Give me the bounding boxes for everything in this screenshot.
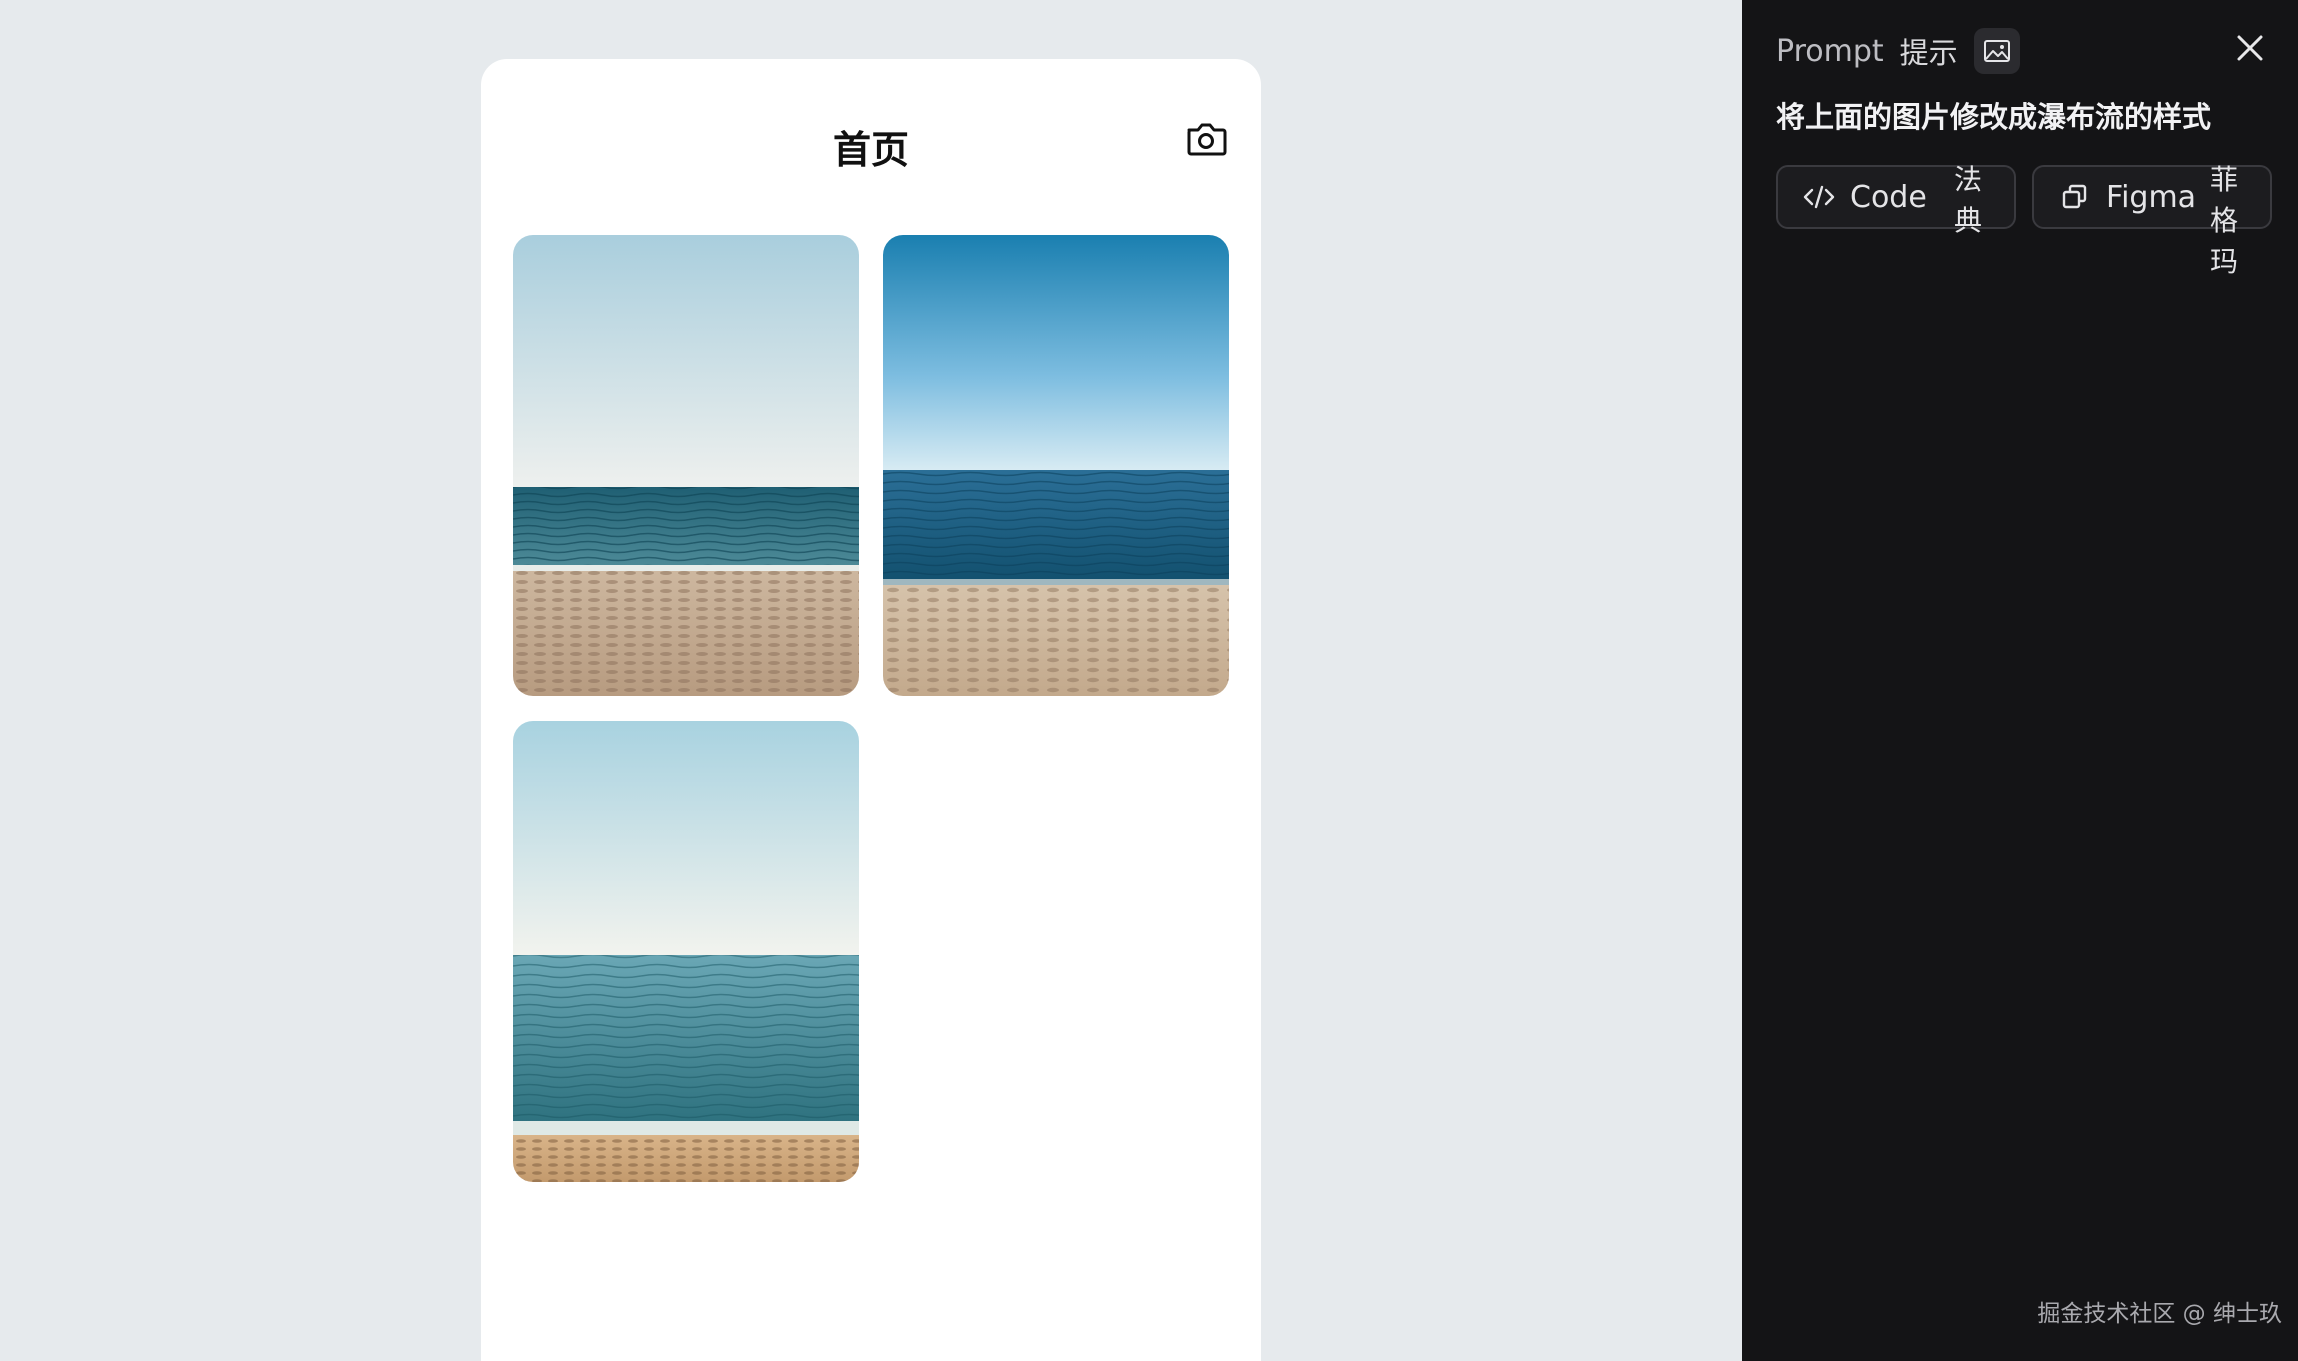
sidebar-subtitle: 提示 [1899, 36, 1958, 70]
sidebar-title: Prompt [1776, 33, 1884, 69]
figma-button-label: Figma [2106, 179, 2197, 215]
close-icon [2237, 35, 2263, 61]
copy-icon [2058, 180, 2092, 214]
code-button[interactable]: Code 法典 [1776, 163, 2016, 237]
code-button-translation: 法典 [1954, 163, 1983, 237]
beach-photo-1[interactable] [513, 235, 859, 696]
camera-button[interactable] [1184, 117, 1228, 161]
beach-photo-2-image [883, 235, 1229, 696]
phone-header: 首页 [481, 59, 1261, 223]
figma-button[interactable]: Figma 菲格玛 [2032, 163, 2272, 278]
beach-photo-2[interactable] [883, 235, 1229, 696]
phone-preview: 首页 [481, 59, 1261, 1361]
watermark-credit: 掘金技术社区 @ 绅士玖 [2037, 1301, 2282, 1327]
figma-button-translation: 菲格玛 [2210, 163, 2239, 278]
beach-photo-1-image [513, 235, 859, 696]
image-icon [1983, 40, 2010, 62]
image-button[interactable] [1973, 28, 2020, 74]
beach-photo-3-image [513, 721, 859, 1182]
camera-icon [1187, 123, 1227, 156]
code-icon [1802, 180, 1836, 214]
beach-photo-3[interactable] [513, 721, 859, 1182]
sidebar-header: Prompt 提示 [1776, 28, 2020, 74]
close-button[interactable] [2230, 28, 2270, 68]
code-button-label: Code [1850, 179, 1927, 215]
prompt-text: 将上面的图片修改成瀑布流的样式 [1776, 100, 2212, 134]
prompt-sidebar: Prompt 提示 将上面的图片修改成瀑布流的样式 Code 法典 Figma … [1742, 0, 2298, 1361]
page-title: 首页 [832, 128, 909, 172]
